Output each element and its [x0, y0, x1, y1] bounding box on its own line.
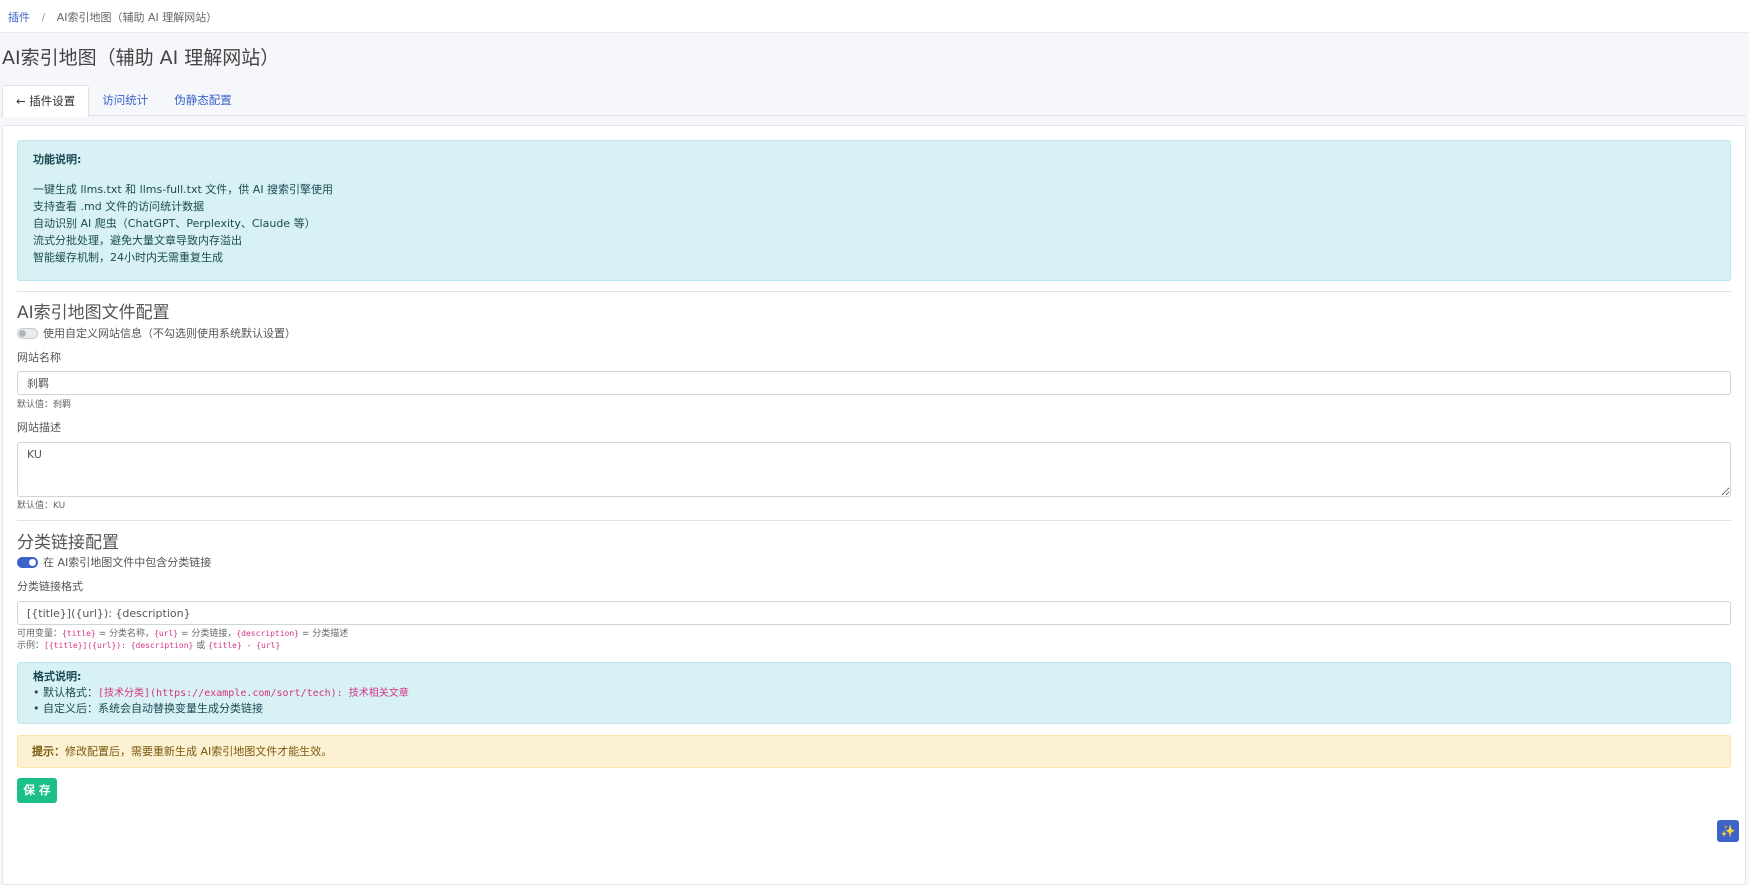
available-vars-hint: 可用变量：{title} = 分类名称，{url} = 分类链接，{descri…	[17, 628, 1731, 640]
include-category-toggle-row: 在 AI索引地图文件中包含分类链接	[17, 554, 1731, 570]
category-format-input[interactable]	[17, 601, 1731, 625]
var-url-code: {url}	[154, 629, 179, 638]
custom-info-toggle[interactable]	[17, 327, 38, 339]
page-title: AI索引地图（辅助 AI 理解网站）	[2, 47, 280, 69]
feature-info-line: 一键生成 llms.txt 和 llms-full.txt 文件，供 AI 搜索…	[33, 183, 334, 196]
custom-info-toggle-label: 使用自定义网站信息（不勾选则使用系统默认设置）	[43, 327, 296, 340]
toggle-knob	[29, 558, 36, 566]
feature-info-line: 智能缓存机制，24小时内无需重复生成	[33, 251, 223, 264]
example-or: 或	[193, 641, 209, 651]
format-info-heading: 格式说明:	[33, 670, 82, 683]
site-name-label: 网站名称	[17, 351, 61, 364]
feature-info-heading: 功能说明:	[33, 153, 82, 166]
feature-info-line: 支持查看 .md 文件的访问统计数据	[33, 200, 205, 213]
var-title-desc: = 分类名称，	[95, 629, 154, 639]
var-desc-desc: = 分类描述	[298, 629, 349, 639]
warning-prefix: 提示：	[32, 745, 65, 758]
example-hint: 示例：[{title}]({url}): {description} 或 {ti…	[17, 640, 1731, 652]
format-default-code: [技术分类](https://example.com/sort/tech): 技…	[98, 688, 409, 699]
var-desc-code: {description}	[236, 629, 299, 638]
feature-info-line: 自动识别 AI 爬虫（ChatGPT、Perplexity、Claude 等）	[33, 217, 316, 230]
site-desc-textarea[interactable]: KU	[17, 442, 1731, 497]
tab-plugin-settings[interactable]: ← 插件设置	[2, 85, 90, 117]
format-default-prefix: • 默认格式：	[33, 686, 98, 699]
site-name-input[interactable]	[17, 371, 1731, 395]
breadcrumb-current: AI索引地图（辅助 AI 理解网站）	[56, 11, 218, 24]
toggle-knob	[19, 329, 26, 337]
warning-text: 修改配置后，需要重新生成 AI索引地图文件才能生效。	[65, 745, 333, 758]
warning-alert: 提示：修改配置后，需要重新生成 AI索引地图文件才能生效。	[17, 735, 1731, 768]
divider	[17, 291, 1731, 292]
breadcrumb-separator: /	[41, 11, 46, 24]
vars-prefix: 可用变量：	[17, 629, 63, 639]
example-code-1: [{title}]({url}): {description}	[44, 641, 194, 650]
site-desc-default-hint: 默认值：KU	[17, 501, 66, 511]
breadcrumb-plugins-link[interactable]: 插件	[8, 11, 30, 24]
tab-bar: ← 插件设置 访问统计 伪静态配置	[0, 85, 1746, 117]
feature-info-box: 功能说明: 一键生成 llms.txt 和 llms-full.txt 文件，供…	[17, 140, 1731, 281]
example-prefix: 示例：	[17, 641, 45, 651]
tab-rewrite-config[interactable]: 伪静态配置	[161, 85, 245, 116]
settings-card: 功能说明: 一键生成 llms.txt 和 llms-full.txt 文件，供…	[2, 125, 1746, 885]
example-code-2: {title} - {url}	[208, 641, 281, 650]
divider	[17, 520, 1731, 521]
tab-visit-stats[interactable]: 访问统计	[89, 85, 161, 116]
file-config-title: AI索引地图文件配置	[17, 303, 170, 323]
include-category-toggle[interactable]	[17, 556, 38, 568]
category-format-label: 分类链接格式	[17, 580, 83, 593]
format-info-default-line: • 默认格式：[技术分类](https://example.com/sort/t…	[33, 685, 1715, 701]
format-info-box: 格式说明: • 默认格式：[技术分类](https://example.com/…	[17, 662, 1731, 724]
site-name-default-hint: 默认值：刹羁	[17, 400, 72, 410]
feature-info-line: 流式分批处理，避免大量文章导致内存溢出	[33, 234, 242, 247]
var-title-code: {title}	[62, 629, 96, 638]
save-button[interactable]: 保 存	[17, 778, 57, 803]
breadcrumb: 插件 / AI索引地图（辅助 AI 理解网站）	[0, 0, 1749, 33]
custom-info-toggle-row: 使用自定义网站信息（不勾选则使用系统默认设置）	[17, 325, 1731, 341]
include-category-toggle-label: 在 AI索引地图文件中包含分类链接	[43, 556, 212, 569]
site-desc-label: 网站描述	[17, 421, 61, 434]
var-url-desc: = 分类链接，	[178, 629, 237, 639]
category-config-title: 分类链接配置	[17, 533, 119, 553]
sparkle-icon[interactable]: ✨	[1717, 820, 1739, 842]
format-info-custom-line: • 自定义后：系统会自动替换变量生成分类链接	[33, 702, 263, 715]
